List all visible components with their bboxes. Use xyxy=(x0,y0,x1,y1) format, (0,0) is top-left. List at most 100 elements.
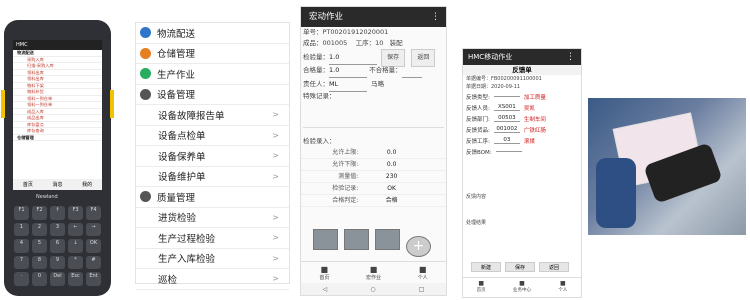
field-input[interactable] xyxy=(495,151,522,152)
feedback-field[interactable]: 反馈人员: XS001 吴凯 xyxy=(463,102,581,113)
keypad-key[interactable]: · xyxy=(14,272,29,286)
action-button[interactable]: 保存 xyxy=(505,262,535,272)
keypad-key[interactable]: F4 xyxy=(86,206,101,220)
menu-item[interactable]: 进货检验 > xyxy=(136,208,289,228)
photo-thumb[interactable] xyxy=(344,229,369,250)
field-input[interactable] xyxy=(493,96,520,97)
device-nav-item[interactable]: 消息 xyxy=(52,181,62,188)
keypad-key[interactable]: 1 xyxy=(14,222,29,237)
system-nav-button[interactable]: ○ xyxy=(370,286,375,293)
nav-icon: ■ xyxy=(418,264,427,274)
photo-thumb[interactable] xyxy=(375,229,400,250)
inspection-row[interactable]: 允许下限: 0.0 xyxy=(301,159,446,171)
keypad-key[interactable]: OK xyxy=(86,239,101,253)
field-input[interactable]: XS001 xyxy=(493,104,520,111)
feedback-field[interactable]: 反馈类型: 加工质量 xyxy=(463,91,581,102)
field-input[interactable]: 001002 xyxy=(493,126,520,133)
side-button-left[interactable] xyxy=(1,90,5,118)
keypad-key[interactable]: 3 xyxy=(50,222,65,237)
device-menu-label: 领料一到仓单 xyxy=(27,102,53,107)
keypad-key[interactable]: F2 xyxy=(32,206,47,220)
special-textarea[interactable] xyxy=(303,102,444,128)
system-nav-button[interactable]: □ xyxy=(419,286,425,293)
keypad-key[interactable]: Del xyxy=(50,272,65,286)
nav-tab[interactable]: ■ 首页 xyxy=(477,280,486,293)
field-label: 反馈BOM: xyxy=(466,149,492,156)
nav-tab[interactable]: ■ 业务中心 xyxy=(513,280,531,293)
menu-item[interactable]: 设备故障报告单 > xyxy=(136,105,289,126)
doc-date: 单据日期：2020-09-11 xyxy=(466,84,521,90)
menu-item[interactable]: 设备点检单 > xyxy=(136,126,289,146)
inspection-row[interactable]: 合格判定: 合格 xyxy=(301,195,446,207)
keypad-key[interactable]: 9 xyxy=(50,255,65,270)
feedback-field[interactable]: 反馈工序: 03 滚揉 xyxy=(463,135,581,146)
menu-category[interactable]: 物流配送 xyxy=(136,23,289,44)
keypad-key[interactable]: # xyxy=(86,255,101,270)
menu-item[interactable]: 设备保养单 > xyxy=(136,146,289,167)
menu-item[interactable]: 生产过程检验 > xyxy=(136,228,289,249)
nav-tab[interactable]: ■ 首页 xyxy=(319,265,329,281)
inspection-key: 允许上限: xyxy=(332,149,359,156)
keypad-key[interactable]: 7 xyxy=(14,255,29,270)
keypad-key[interactable]: 8 xyxy=(32,255,47,270)
device-menu-label: 成品出库 xyxy=(27,115,44,120)
keypad-key[interactable]: 0 xyxy=(32,272,47,286)
feedback-field[interactable]: 反馈货品: 001002 广铁红肠 xyxy=(463,124,581,135)
keypad-key[interactable]: F3 xyxy=(68,206,83,220)
menu-category[interactable]: 仓储管理 xyxy=(136,44,289,64)
inspection-row[interactable]: 测量值: 230 xyxy=(301,171,446,183)
nav-tab[interactable]: ■ 个人 xyxy=(418,265,428,281)
keypad-key[interactable]: 5 xyxy=(32,239,47,253)
menu-category-label: 仓储管理 xyxy=(157,49,196,61)
nav-label: 首页 xyxy=(319,274,330,281)
inspection-row[interactable]: 检验记录: OK xyxy=(301,183,446,195)
menu-item[interactable]: 生产入库检验 > xyxy=(136,249,289,269)
menu-item-label: 生产过程检验 xyxy=(158,233,216,245)
device-nav-item[interactable]: 首页 xyxy=(23,181,33,188)
action-button[interactable]: 返回 xyxy=(539,262,569,272)
action-button[interactable]: 新建 xyxy=(471,262,501,272)
field-label: 反馈类型: xyxy=(466,94,490,101)
chevron-right-icon: > xyxy=(272,212,279,222)
inspection-key: 允许下限: xyxy=(332,161,359,168)
device-menu-row[interactable]: 仓储管理 xyxy=(13,135,102,141)
nav-tab[interactable]: ■ 个人 xyxy=(558,280,567,293)
field-input[interactable]: 03 xyxy=(493,137,520,144)
handheld-device: HMC 物流配送 采购入库 扫描-采购入库 领料出库 领料出库 物料下架 物料补货 领料一到仓… xyxy=(1,20,114,296)
feedback-field[interactable]: 反馈部门: 00503 生制车间 xyxy=(463,113,581,124)
person-field[interactable]: ML xyxy=(329,77,367,92)
feedback-field[interactable]: 反馈BOM: xyxy=(463,146,581,157)
pass-qty-field[interactable]: 1.0 xyxy=(329,63,367,78)
more-icon[interactable]: ⋮ xyxy=(566,49,575,65)
menu-category[interactable]: 设备管理 xyxy=(136,85,289,105)
keypad-key[interactable]: * xyxy=(68,255,83,270)
device-menu-label: 成品入库 xyxy=(27,108,44,114)
menu-item-label: 设备点检单 xyxy=(158,131,206,143)
menu-category[interactable]: 生产作业 xyxy=(136,64,289,85)
form-title: 反馈单 xyxy=(463,65,581,75)
menu-item[interactable]: 巡检 > xyxy=(136,269,289,290)
keypad-key[interactable]: ← xyxy=(68,222,83,237)
keypad-key[interactable]: F1 xyxy=(14,206,29,220)
photo-thumb[interactable] xyxy=(313,229,338,250)
keypad-key[interactable]: ↓ xyxy=(68,239,83,253)
keypad-key[interactable]: 2 xyxy=(32,222,47,237)
add-photo-icon[interactable]: + xyxy=(406,236,431,257)
keypad-key[interactable]: 6 xyxy=(50,239,65,253)
menu-item[interactable]: 设备维护单 > xyxy=(136,167,289,187)
inspection-row[interactable]: 允许上限: 0.0 xyxy=(301,147,446,159)
chevron-right-icon: > xyxy=(272,274,279,284)
menu-category[interactable]: 质量管理 xyxy=(136,187,289,208)
device-nav-item[interactable]: 我的 xyxy=(82,181,92,188)
keypad-key[interactable]: Ent xyxy=(86,272,101,286)
more-icon[interactable]: ⋮ xyxy=(431,7,440,27)
field-input[interactable]: 00503 xyxy=(493,115,520,122)
keypad-key[interactable]: ↑ xyxy=(50,206,65,220)
fail-qty-field[interactable] xyxy=(401,63,422,78)
side-button-right[interactable] xyxy=(110,90,114,118)
keypad-key[interactable]: → xyxy=(86,222,101,237)
nav-tab[interactable]: ■ 宏作业 xyxy=(366,265,381,281)
keypad-key[interactable]: Esc xyxy=(68,272,83,286)
keypad-key[interactable]: 4 xyxy=(14,239,29,253)
system-nav-button[interactable]: ◁ xyxy=(323,286,328,293)
